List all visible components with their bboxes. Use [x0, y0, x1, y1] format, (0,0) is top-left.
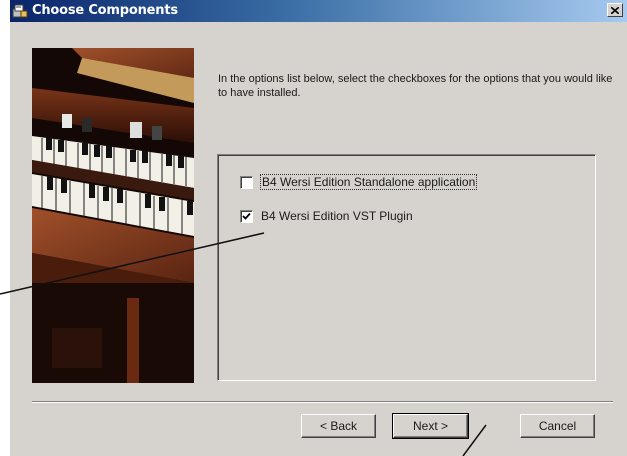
option-vst-plugin[interactable]: B4 Wersi Edition VST Plugin	[240, 209, 414, 223]
components-list: B4 Wersi Edition Standalone application …	[217, 154, 596, 381]
title-bar[interactable]: Choose Components	[10, 0, 627, 22]
choose-components-dialog: Choose Components In the options list be…	[10, 0, 627, 456]
vst-plugin-checkbox[interactable]	[240, 209, 253, 223]
vst-plugin-label: B4 Wersi Edition VST Plugin	[261, 209, 413, 223]
back-button[interactable]: < Back	[301, 414, 376, 438]
option-standalone[interactable]: B4 Wersi Edition Standalone application	[240, 174, 478, 190]
checkmark-icon	[242, 212, 251, 220]
organ-illustration	[32, 48, 194, 383]
window-title: Choose Components	[32, 3, 178, 18]
installer-icon	[12, 3, 28, 19]
standalone-label: B4 Wersi Edition Standalone application	[260, 174, 478, 190]
instruction-text: In the options list below, select the ch…	[218, 73, 613, 99]
separator	[32, 401, 613, 403]
cancel-button[interactable]: Cancel	[520, 414, 595, 438]
close-button[interactable]	[607, 3, 623, 17]
standalone-checkbox[interactable]	[240, 175, 253, 189]
next-button[interactable]: Next >	[392, 413, 469, 439]
close-icon	[611, 6, 619, 14]
